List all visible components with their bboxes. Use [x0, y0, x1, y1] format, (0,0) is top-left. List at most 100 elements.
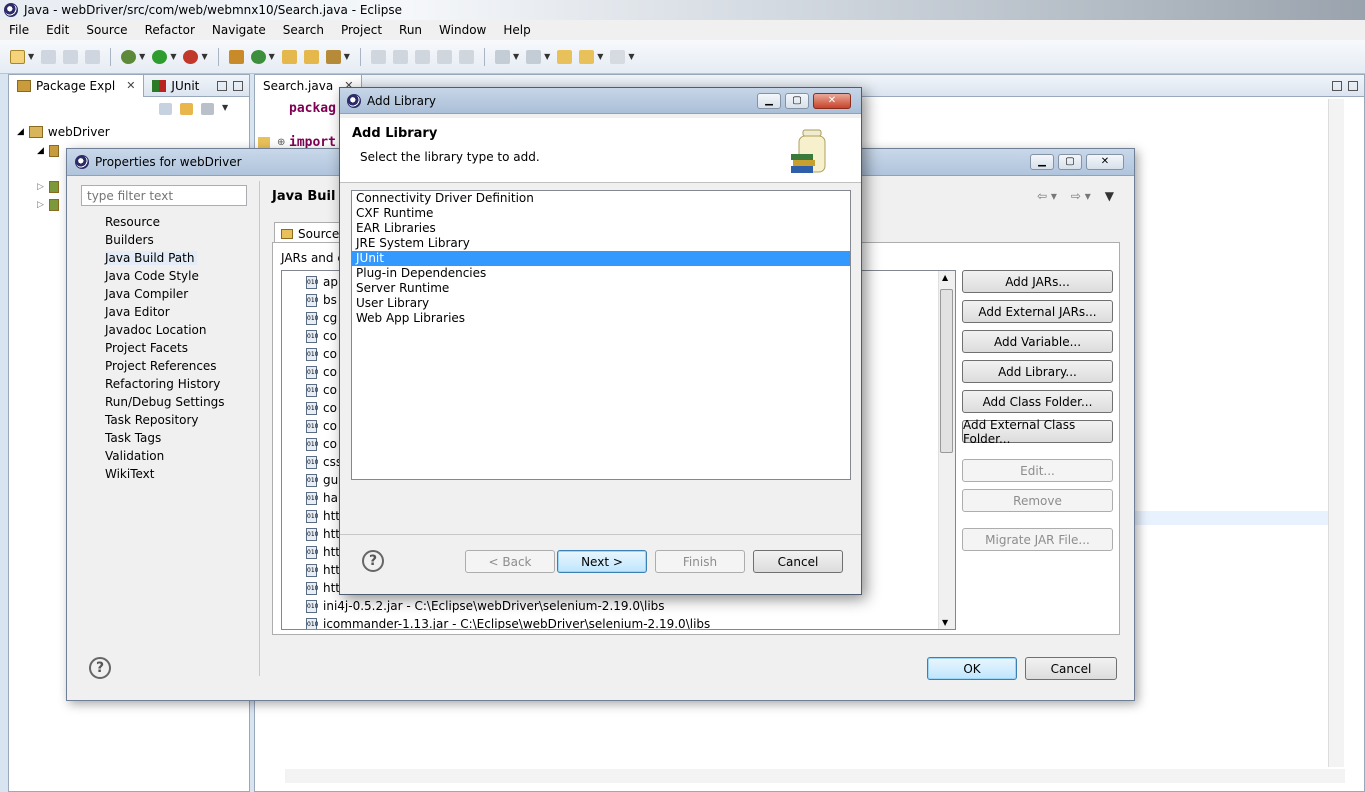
nav-item-refactoring-history[interactable]: Refactoring History — [105, 375, 225, 393]
list-item[interactable]: 010 icommander-1.13.jar - C:\Eclipse\webD… — [306, 615, 710, 629]
add-variable-button[interactable]: Add Variable... — [962, 330, 1113, 353]
minimize-icon[interactable]: ▁ — [1030, 154, 1054, 170]
add-library-button[interactable]: Add Library... — [962, 360, 1113, 383]
add-external-jars-button[interactable]: Add External JARs... — [962, 300, 1113, 323]
pilcrow-icon[interactable] — [458, 49, 474, 64]
close-icon[interactable]: ✕ — [1086, 154, 1124, 170]
nav-item-resource[interactable]: Resource — [105, 213, 225, 231]
list-item[interactable]: 010 ini4j-0.5.2.jar - C:\Eclipse\webDrive… — [306, 597, 665, 615]
new-dropdown-icon[interactable]: ▼ — [28, 52, 34, 61]
list-item[interactable]: 010 co — [306, 417, 337, 435]
remove-button[interactable]: Remove — [962, 489, 1113, 512]
nav-item-task-tags[interactable]: Task Tags — [105, 429, 225, 447]
menu-run[interactable]: Run — [390, 23, 430, 37]
run-icon[interactable] — [152, 49, 168, 64]
new-java-project-icon[interactable] — [228, 49, 244, 64]
outline-icon[interactable] — [436, 49, 452, 64]
close-icon[interactable]: ✕ — [813, 92, 851, 109]
add-class-folder-button[interactable]: Add Class Folder... — [962, 390, 1113, 413]
prev-annotation-icon[interactable] — [526, 49, 542, 64]
next-button[interactable]: Next > — [557, 550, 647, 573]
list-item[interactable]: 010 co — [306, 381, 337, 399]
menu-window[interactable]: Window — [430, 23, 494, 37]
expand-triangle-icon[interactable]: ▷ — [37, 182, 44, 192]
help-icon[interactable]: ? — [89, 657, 111, 679]
debug-icon[interactable] — [121, 49, 137, 64]
collapse-all-icon[interactable] — [159, 103, 172, 115]
list-item[interactable]: 010 htt — [306, 561, 340, 579]
editor-vertical-scrollbar[interactable] — [1328, 99, 1344, 767]
view-menu-icon[interactable] — [201, 103, 214, 115]
last-edit-icon[interactable] — [557, 49, 573, 64]
minimize-icon[interactable] — [217, 80, 227, 91]
menu-file[interactable]: File — [0, 23, 37, 37]
open-folder-icon[interactable] — [303, 49, 319, 64]
list-item-server-runtime[interactable]: Server Runtime — [352, 281, 850, 296]
filter-input[interactable] — [81, 185, 247, 206]
list-item[interactable]: 010 co — [306, 345, 337, 363]
prev-annotation-dropdown-icon[interactable]: ▼ — [544, 52, 550, 61]
nav-item-javadoc-location[interactable]: Javadoc Location — [105, 321, 225, 339]
run-dropdown-icon[interactable]: ▼ — [170, 52, 176, 61]
new-class-icon[interactable] — [250, 49, 266, 64]
finish-button[interactable]: Finish — [655, 550, 745, 573]
migrate-jar-button[interactable]: Migrate JAR File... — [962, 528, 1113, 551]
view-menu-dropdown-icon[interactable]: ▼ — [222, 103, 228, 115]
debug-dropdown-icon[interactable]: ▼ — [139, 52, 145, 61]
help-icon[interactable]: ? — [362, 550, 384, 572]
fold-plus-icon[interactable]: ⊕ — [277, 137, 285, 148]
ok-button[interactable]: OK — [927, 657, 1017, 680]
editor-horizontal-scrollbar[interactable] — [285, 769, 1345, 783]
whitespace-icon[interactable] — [414, 49, 430, 64]
list-item[interactable]: 010 ap — [306, 273, 338, 291]
add-jars-button[interactable]: Add JARs... — [962, 270, 1113, 293]
expand-triangle-icon[interactable]: ▷ — [37, 200, 44, 210]
search-dropdown-icon[interactable]: ▼ — [344, 52, 350, 61]
list-item[interactable]: 010 co — [306, 327, 337, 345]
open-type-icon[interactable] — [281, 49, 297, 64]
splitter[interactable] — [259, 181, 260, 676]
nav-item-project-references[interactable]: Project References — [105, 357, 225, 375]
menu-help[interactable]: Help — [494, 23, 538, 37]
tree-item-child[interactable]: ▷ — [37, 181, 59, 193]
menu-edit[interactable]: Edit — [37, 23, 77, 37]
list-item-ear-libraries[interactable]: EAR Libraries — [352, 221, 850, 236]
next-annotation-dropdown-icon[interactable]: ▼ — [513, 52, 519, 61]
menu-refactor[interactable]: Refactor — [136, 23, 203, 37]
list-item[interactable]: 010 gu — [306, 471, 338, 489]
print-icon[interactable] — [85, 49, 101, 64]
list-item-plugin-dependencies[interactable]: Plug-in Dependencies — [352, 266, 850, 281]
edit-button[interactable]: Edit... — [962, 459, 1113, 482]
menu-search[interactable]: Search — [274, 23, 332, 37]
nav-item-validation[interactable]: Validation — [105, 447, 225, 465]
view-menu-icon[interactable]: ▼ — [1105, 189, 1114, 203]
new-class-dropdown-icon[interactable]: ▼ — [269, 52, 275, 61]
cancel-button[interactable]: Cancel — [753, 550, 843, 573]
tree-item-project[interactable]: ◢ webDriver — [17, 125, 110, 139]
toggle-mark-icon[interactable] — [370, 49, 386, 64]
list-item-junit[interactable]: JUnit — [352, 251, 850, 266]
menu-project[interactable]: Project — [332, 23, 390, 37]
nav-item-java-editor[interactable]: Java Editor — [105, 303, 225, 321]
save-all-icon[interactable] — [63, 49, 79, 64]
list-item[interactable]: 010 cg — [306, 309, 337, 327]
cancel-button[interactable]: Cancel — [1025, 657, 1117, 680]
list-item-cxf-runtime[interactable]: CXF Runtime — [352, 206, 850, 221]
new-icon[interactable] — [10, 49, 25, 64]
list-item-connectivity[interactable]: Connectivity Driver Definition — [352, 191, 850, 206]
nav-item-java-compiler[interactable]: Java Compiler — [105, 285, 225, 303]
scroll-thumb[interactable] — [940, 289, 953, 453]
collapse-triangle-icon[interactable]: ◢ — [37, 146, 44, 156]
close-icon[interactable]: ✕ — [126, 79, 135, 92]
minimize-icon[interactable]: ▁ — [757, 92, 781, 109]
tree-item-child[interactable]: ▷ — [37, 199, 59, 211]
tree-item-child[interactable]: ◢ — [37, 145, 59, 157]
list-item[interactable]: 010 co — [306, 435, 337, 453]
list-item[interactable]: 010 ha — [306, 489, 338, 507]
list-item[interactable]: 010 co — [306, 399, 337, 417]
next-annotation-icon[interactable] — [494, 49, 510, 64]
nav-item-java-build-path[interactable]: Java Build Path — [105, 251, 198, 265]
forward-arrow-icon[interactable]: ⇨ ▾ — [1071, 189, 1091, 203]
search-icon[interactable] — [325, 49, 341, 64]
list-item[interactable]: 010 htt — [306, 525, 340, 543]
